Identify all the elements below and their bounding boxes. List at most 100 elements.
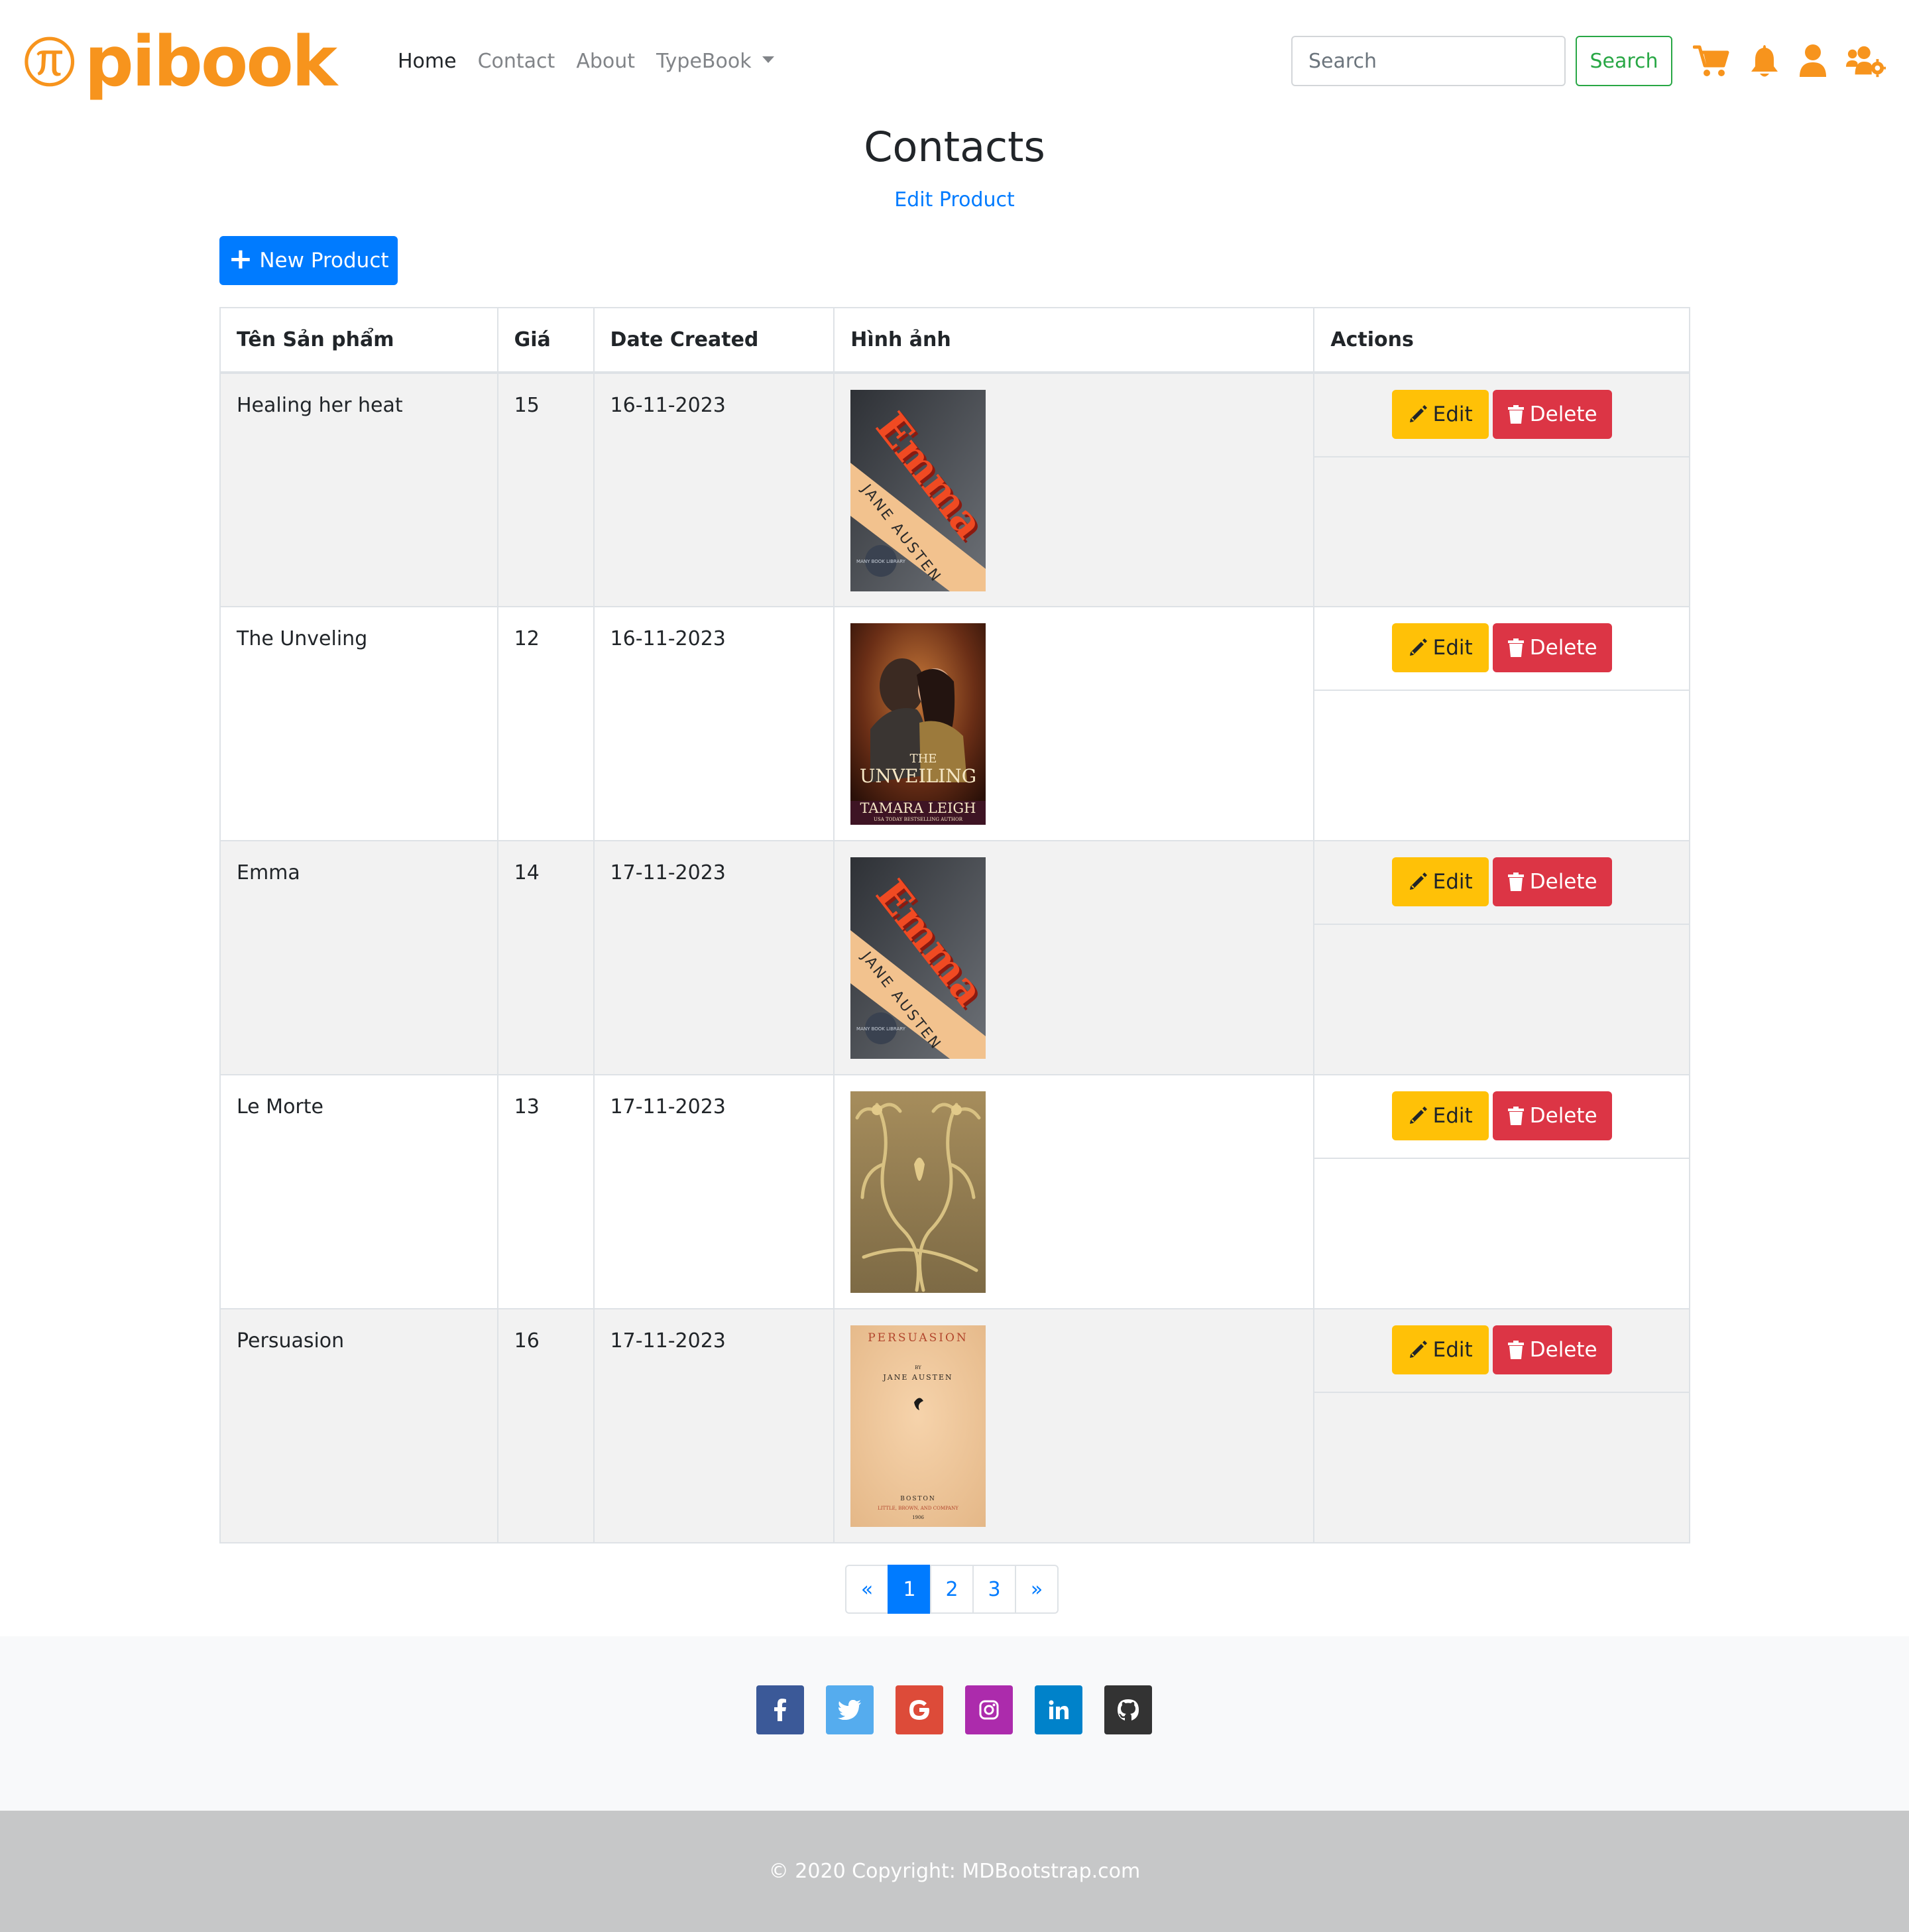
- linkedin-button[interactable]: [1035, 1685, 1082, 1734]
- product-name: Healing her heat: [219, 372, 498, 607]
- book-cover-emma: Emma Emma JANE AUSTEN MANY BOOK LIBRARY: [850, 857, 986, 1059]
- product-date: 17-11-2023: [593, 1074, 835, 1309]
- delete-button[interactable]: Delete: [1492, 857, 1612, 906]
- product-image-cell: THE UNVEILING TAMARA LEIGH USA TODAY BES…: [833, 606, 1315, 841]
- cover-persuasion-author: JANE AUSTEN: [883, 1373, 953, 1382]
- product-actions-cell: Edit Delete: [1313, 1074, 1690, 1309]
- trash-icon: [1507, 873, 1524, 891]
- facebook-button[interactable]: [756, 1685, 804, 1734]
- product-actions-cell: Edit Delete: [1313, 840, 1690, 1075]
- navbar: pibook Home Contact About TypeBook Searc…: [0, 0, 1909, 123]
- product-name: Persuasion: [219, 1308, 498, 1543]
- product-image-cell: Emma Emma JANE AUSTEN MANY BOOK LIBRARY: [833, 372, 1315, 607]
- cover-unveiling-author: TAMARA LEIGH: [860, 800, 976, 816]
- page-next[interactable]: »: [1015, 1565, 1059, 1614]
- pagination: « 1 2 3 »: [845, 1565, 1059, 1614]
- search-button[interactable]: Search: [1576, 36, 1672, 86]
- page-1[interactable]: 1: [888, 1565, 931, 1614]
- user-icon[interactable]: [1793, 41, 1833, 81]
- delete-label: Delete: [1529, 1104, 1597, 1128]
- table-row: Persuasion 16 17-11-2023 PERSUASION BY J…: [219, 1308, 1690, 1543]
- product-actions-cell: Edit Delete: [1313, 372, 1690, 607]
- brand-logo[interactable]: pibook: [24, 20, 337, 103]
- page-3[interactable]: 3: [972, 1565, 1016, 1614]
- delete-button[interactable]: Delete: [1492, 1325, 1612, 1374]
- table-row: Emma 14 17-11-2023 Emma Emma JANE AUSTEN…: [219, 840, 1690, 1075]
- bell-icon[interactable]: [1745, 41, 1784, 81]
- trash-icon: [1507, 405, 1524, 424]
- product-image-cell: [833, 1074, 1315, 1309]
- pi-logo-icon: [25, 36, 75, 87]
- products-table: Tên Sản phẩm Giá Date Created Hình ảnh A…: [219, 307, 1690, 1543]
- action-bar: Edit Delete: [1314, 841, 1689, 925]
- col-price-header: Giá: [496, 307, 595, 374]
- edit-button[interactable]: Edit: [1391, 857, 1489, 906]
- new-product-button[interactable]: + New Product: [219, 236, 398, 285]
- delete-label: Delete: [1529, 1338, 1597, 1362]
- search-input[interactable]: [1291, 36, 1566, 86]
- product-actions-cell: Edit Delete: [1313, 606, 1690, 841]
- edit-button[interactable]: Edit: [1391, 1091, 1489, 1140]
- pencil-icon: [1409, 638, 1427, 656]
- book-cover-persuasion: PERSUASION BY JANE AUSTEN BOSTON LITTLE,…: [850, 1325, 986, 1527]
- nav-home[interactable]: Home: [398, 46, 457, 77]
- pencil-icon: [1409, 1107, 1427, 1124]
- col-date-header: Date Created: [593, 307, 835, 374]
- cover-persuasion-publisher: LITTLE, BROWN, AND COMPANY: [878, 1506, 958, 1511]
- footer-copyright: © 2020 Copyright: MDBootstrap.com: [0, 1811, 1909, 1932]
- cover-unveiling-the: THE: [910, 752, 937, 766]
- action-bar: Edit Delete: [1314, 607, 1689, 691]
- book-cover-emma: Emma Emma JANE AUSTEN MANY BOOK LIBRARY: [850, 390, 986, 591]
- edit-button[interactable]: Edit: [1391, 623, 1489, 672]
- edit-label: Edit: [1432, 870, 1473, 894]
- nav-typebook-dropdown[interactable]: TypeBook: [656, 46, 774, 77]
- page-2[interactable]: 2: [930, 1565, 974, 1614]
- instagram-button[interactable]: [965, 1685, 1013, 1734]
- caret-down-icon: [762, 56, 774, 63]
- cover-persuasion-by: BY: [915, 1365, 921, 1370]
- page-prev[interactable]: «: [845, 1565, 889, 1614]
- product-actions-cell: Edit Delete: [1313, 1308, 1690, 1543]
- product-price: 13: [496, 1074, 595, 1309]
- delete-button[interactable]: Delete: [1492, 1091, 1612, 1140]
- cover-unveiling-tagline: USA TODAY BESTSELLING AUTHOR: [874, 817, 963, 822]
- product-name: Emma: [219, 840, 498, 1075]
- product-date: 17-11-2023: [593, 1308, 835, 1543]
- edit-product-link[interactable]: Edit Product: [894, 188, 1015, 211]
- pencil-icon: [1409, 405, 1427, 422]
- delete-button[interactable]: Delete: [1492, 390, 1612, 439]
- table-row: The Unveling 12 16-11-2023 THE UNVEILING…: [219, 606, 1690, 841]
- edit-button[interactable]: Edit: [1391, 390, 1489, 439]
- trash-icon: [1507, 1341, 1524, 1359]
- product-image-cell: PERSUASION BY JANE AUSTEN BOSTON LITTLE,…: [833, 1308, 1315, 1543]
- cover-persuasion-year: 1906: [912, 1515, 924, 1520]
- table-header-row: Tên Sản phẩm Giá Date Created Hình ảnh A…: [219, 307, 1690, 374]
- social-buttons: [756, 1685, 1174, 1734]
- edit-product-link-wrap: Edit Product: [0, 186, 1909, 215]
- google-button[interactable]: [896, 1685, 943, 1734]
- twitter-button[interactable]: [826, 1685, 874, 1734]
- cover-persuasion-title: PERSUASION: [868, 1331, 968, 1345]
- nav-about[interactable]: About: [576, 46, 635, 77]
- google-icon: [909, 1700, 929, 1720]
- footer-social: [0, 1636, 1909, 1811]
- edit-label: Edit: [1432, 1338, 1473, 1362]
- users-cog-icon[interactable]: [1846, 41, 1886, 81]
- delete-button[interactable]: Delete: [1492, 623, 1612, 672]
- col-image-header: Hình ảnh: [833, 307, 1315, 374]
- new-product-label: New Product: [259, 249, 389, 272]
- edit-label: Edit: [1432, 1104, 1473, 1128]
- nav-contact[interactable]: Contact: [478, 46, 555, 77]
- cover-unveiling-title: UNVEILING: [860, 765, 976, 787]
- action-bar: Edit Delete: [1314, 1075, 1689, 1159]
- pencil-icon: [1409, 873, 1427, 890]
- trash-icon: [1507, 1107, 1524, 1125]
- book-cover-ornament: [850, 1091, 986, 1293]
- cart-icon[interactable]: [1692, 41, 1731, 81]
- product-price: 14: [496, 840, 595, 1075]
- cover-emma-badge: MANY BOOK LIBRARY: [856, 559, 906, 564]
- github-icon: [1118, 1699, 1139, 1721]
- github-button[interactable]: [1104, 1685, 1152, 1734]
- trash-icon: [1507, 638, 1524, 657]
- edit-button[interactable]: Edit: [1391, 1325, 1489, 1374]
